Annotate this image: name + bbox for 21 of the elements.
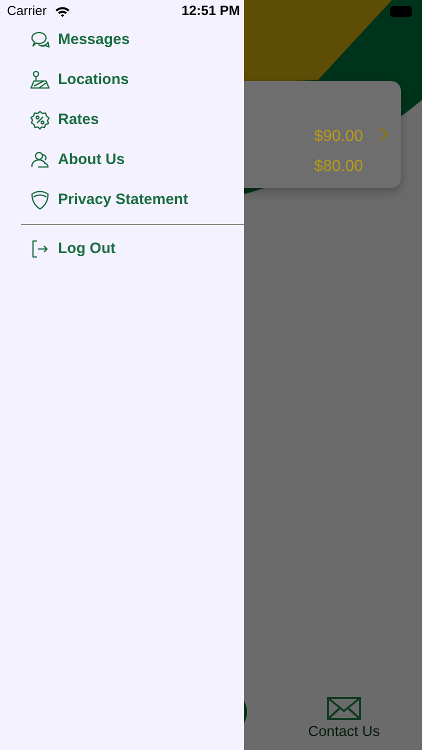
contact-us-tab[interactable]: Contact Us bbox=[300, 722, 388, 744]
envelope-icon bbox=[327, 697, 361, 720]
wifi-icon bbox=[54, 6, 70, 16]
menu-item[interactable]: Rates bbox=[0, 100, 244, 140]
price-text: $80.00 bbox=[314, 157, 363, 177]
battery-icon bbox=[390, 6, 412, 17]
carrier-label: Carrier bbox=[7, 2, 47, 20]
menu-item[interactable]: Privacy Statement bbox=[0, 180, 244, 220]
shield-icon bbox=[30, 190, 50, 210]
log-out-item[interactable]: Log Out bbox=[0, 229, 244, 269]
speech-bubbles-icon bbox=[30, 30, 50, 50]
clock-time: 12:51 PM bbox=[181, 2, 240, 20]
menu-item[interactable]: About Us bbox=[0, 140, 244, 180]
menu-item[interactable]: Messages bbox=[0, 20, 244, 60]
menu-item[interactable]: Locations bbox=[0, 60, 244, 100]
price-text: $90.00 bbox=[314, 127, 363, 147]
people-icon bbox=[30, 150, 50, 170]
chevron-icon bbox=[379, 126, 389, 142]
log-out-icon bbox=[30, 239, 50, 259]
map-pin-icon bbox=[30, 70, 50, 90]
percent-badge-icon bbox=[30, 110, 50, 130]
